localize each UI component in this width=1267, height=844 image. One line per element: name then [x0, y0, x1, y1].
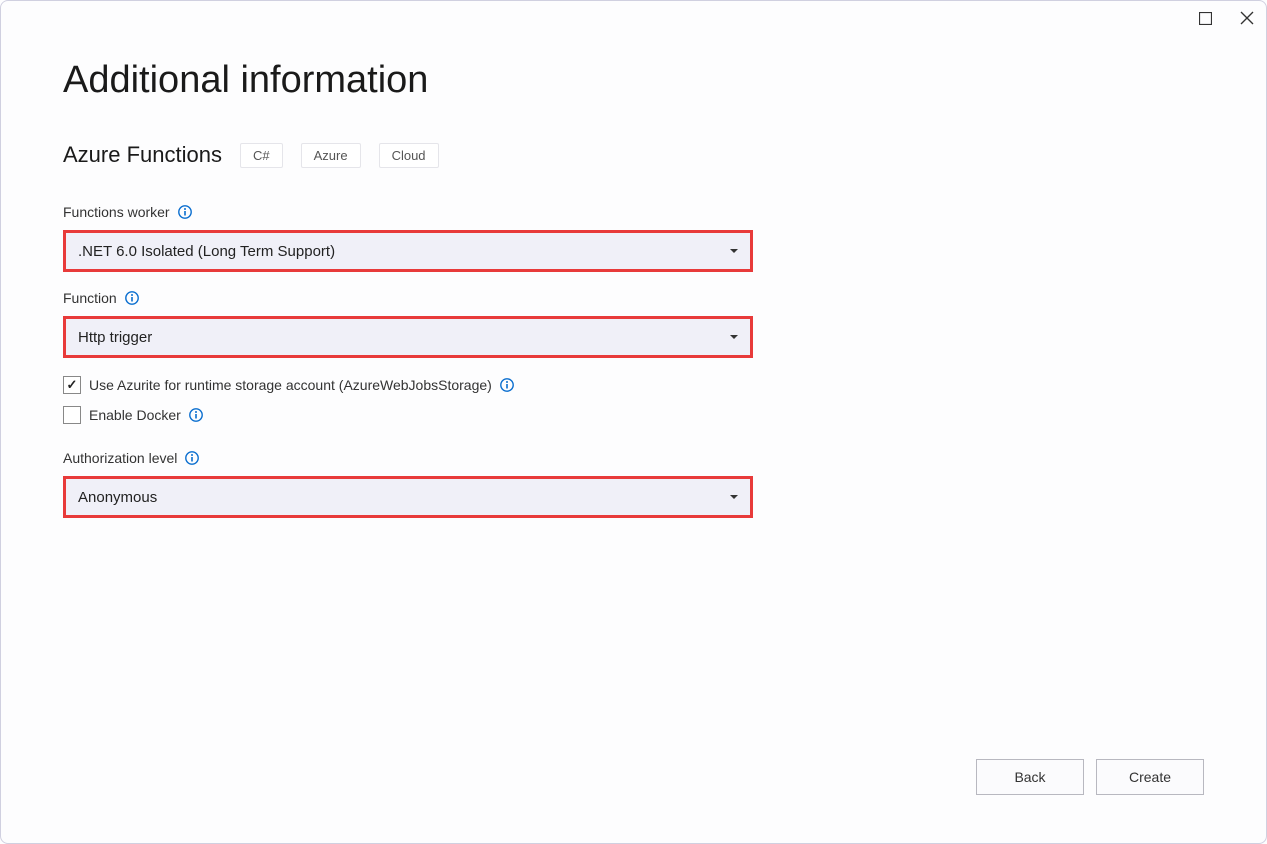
worker-label: Functions worker [63, 204, 170, 220]
create-button[interactable]: Create [1096, 759, 1204, 795]
worker-dropdown[interactable]: .NET 6.0 Isolated (Long Term Support) [63, 230, 753, 272]
chevron-down-icon [730, 335, 738, 339]
tag-azure: Azure [301, 143, 361, 168]
worker-value: .NET 6.0 Isolated (Long Term Support) [78, 243, 335, 260]
info-icon[interactable] [178, 205, 192, 219]
azurite-checkbox[interactable] [63, 376, 81, 394]
chevron-down-icon [730, 495, 738, 499]
docker-checkbox[interactable] [63, 406, 81, 424]
page-title: Additional information [63, 59, 1204, 102]
auth-label: Authorization level [63, 450, 177, 466]
info-icon[interactable] [500, 378, 514, 392]
tag-cloud: Cloud [379, 143, 439, 168]
function-dropdown[interactable]: Http trigger [63, 316, 753, 358]
azurite-label: Use Azurite for runtime storage account … [89, 377, 492, 393]
auth-value: Anonymous [78, 489, 157, 506]
info-icon[interactable] [125, 291, 139, 305]
chevron-down-icon [730, 249, 738, 253]
tag-csharp: C# [240, 143, 283, 168]
docker-label: Enable Docker [89, 407, 181, 423]
subtitle-row: Azure Functions C# Azure Cloud [63, 142, 1204, 168]
function-value: Http trigger [78, 329, 152, 346]
info-icon[interactable] [185, 451, 199, 465]
close-icon[interactable] [1240, 11, 1254, 25]
info-icon[interactable] [189, 408, 203, 422]
subtitle: Azure Functions [63, 142, 222, 168]
function-label: Function [63, 290, 117, 306]
auth-dropdown[interactable]: Anonymous [63, 476, 753, 518]
maximize-icon[interactable] [1199, 12, 1212, 25]
back-button[interactable]: Back [976, 759, 1084, 795]
